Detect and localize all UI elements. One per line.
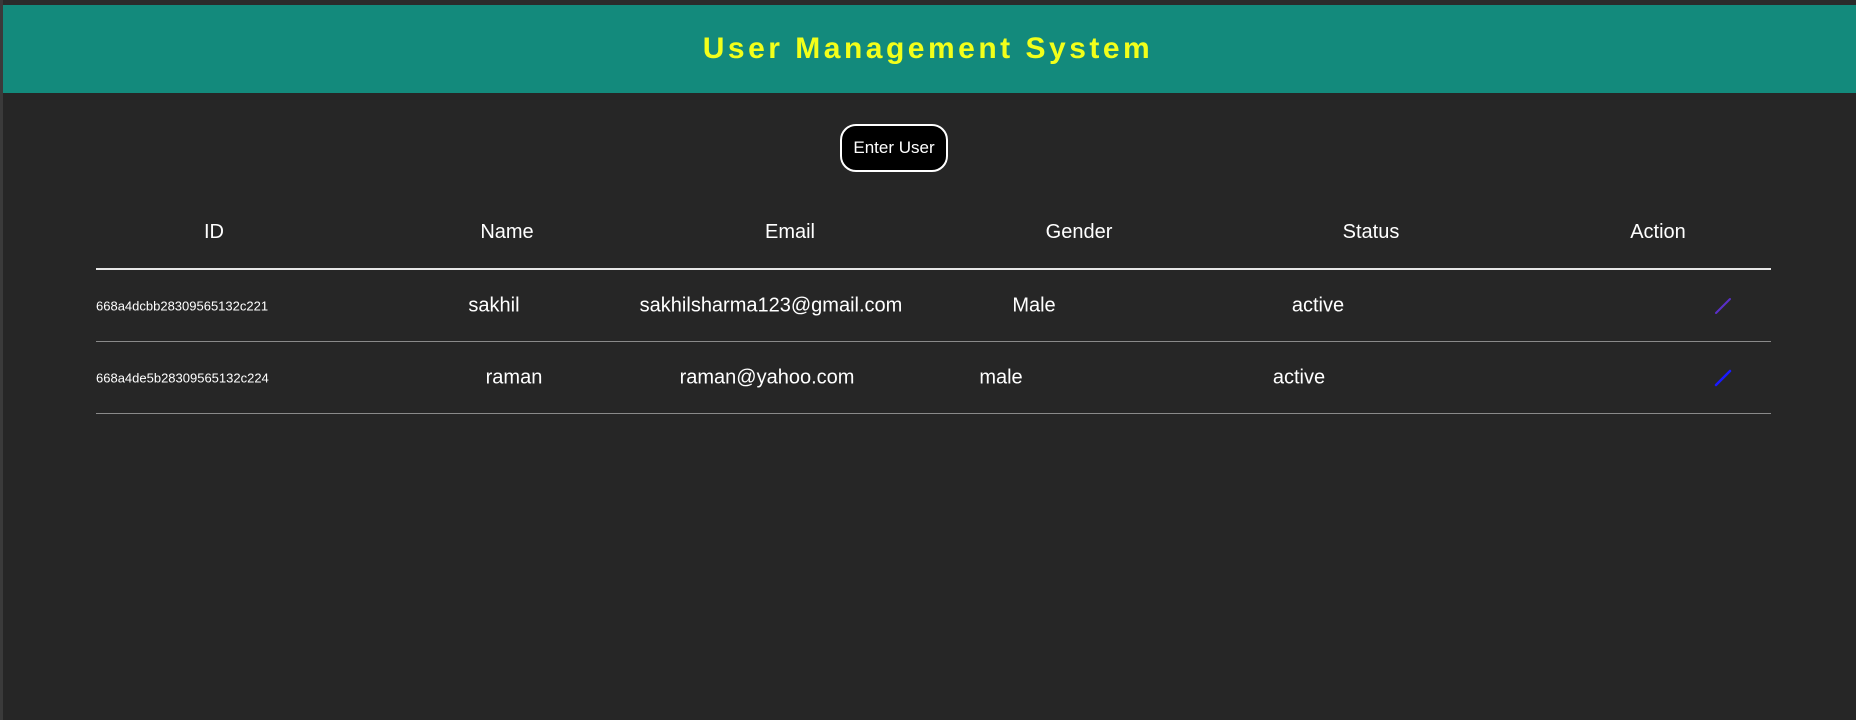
user-name-cell: sakhil [468, 294, 520, 316]
table-row: 668a4de5b28309565132c224 raman raman@yah… [96, 342, 1771, 414]
user-id-cell: 668a4de5b28309565132c224 [96, 370, 269, 385]
column-header-name: Name [480, 221, 534, 243]
user-email-cell: raman@yahoo.com [679, 366, 855, 388]
user-email-cell: sakhilsharma123@gmail.com [639, 294, 903, 316]
users-table: ID Name Email Gender Status Action 668a4… [96, 200, 1771, 414]
table-row: 668a4dcbb28309565132c221 sakhil sakhilsh… [96, 270, 1771, 342]
enter-user-button[interactable]: Enter User [840, 124, 948, 172]
column-header-status: Status [1342, 221, 1400, 243]
user-status-cell: active [1272, 366, 1326, 388]
column-header-action: Action [1630, 221, 1686, 243]
app-page: User Management System Enter User ID Nam… [0, 0, 1856, 720]
column-header-email: Email [764, 221, 816, 243]
pencil-edit-icon[interactable] [1713, 296, 1733, 316]
user-id-cell: 668a4dcbb28309565132c221 [96, 298, 269, 313]
pencil-edit-icon[interactable] [1713, 368, 1733, 388]
column-header-gender: Gender [1045, 221, 1113, 243]
page-title: User Management System [702, 32, 1154, 65]
user-name-cell: raman [485, 366, 543, 388]
column-header-id: ID [204, 221, 224, 243]
left-edge [0, 0, 3, 720]
user-gender-cell: male [979, 366, 1023, 388]
app-header: User Management System [3, 5, 1856, 93]
table-header: ID Name Email Gender Status Action [96, 200, 1771, 270]
user-gender-cell: Male [1012, 294, 1056, 316]
user-status-cell: active [1291, 294, 1345, 316]
